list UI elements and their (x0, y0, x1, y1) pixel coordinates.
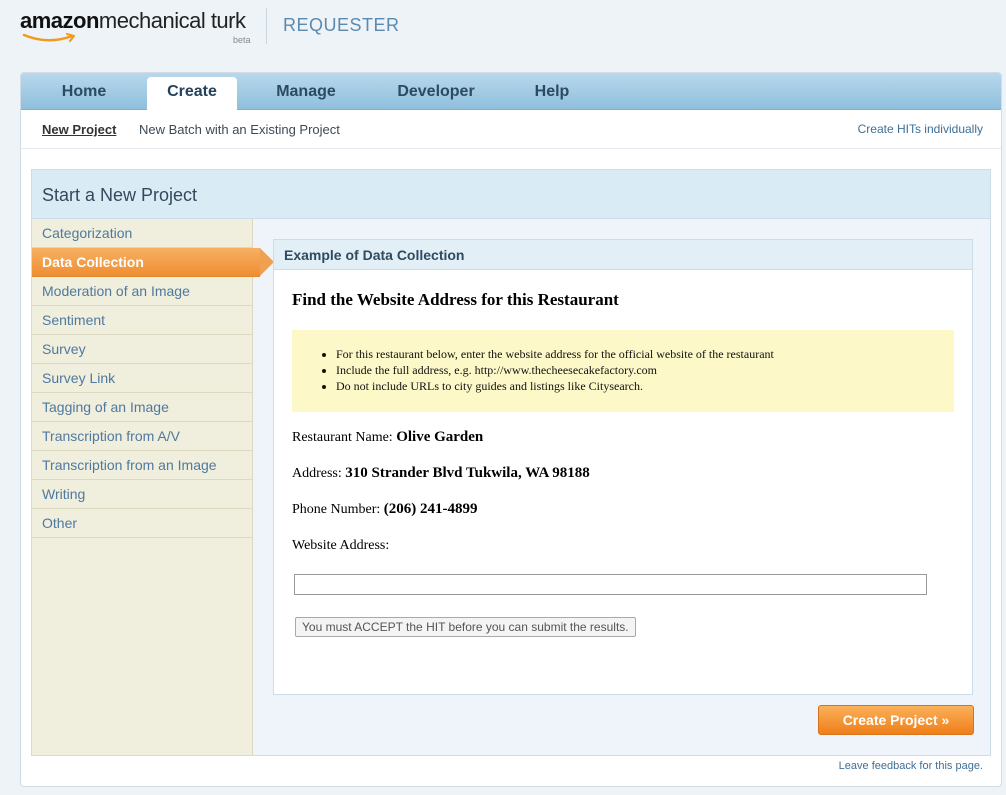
requester-label: REQUESTER (283, 15, 400, 35)
example-title: Example of Data Collection (284, 247, 465, 263)
sidebar-item-data-collection[interactable]: Data Collection (32, 248, 274, 277)
instruction-item: Include the full address, e.g. http://ww… (336, 362, 954, 378)
sub-nav: New Project New Batch with an Existing P… (21, 110, 1001, 149)
sidebar-item-categorization[interactable]: Categorization (32, 219, 252, 248)
tab-create[interactable]: Create (147, 77, 237, 110)
address-label: Address: (292, 466, 346, 481)
logo-mturk-text: mechanical turk (98, 8, 246, 33)
create-project-button[interactable]: Create Project » (818, 705, 974, 735)
website-address-input[interactable] (294, 574, 927, 595)
address-line: Address: 310 Strander Blvd Tukwila, WA 9… (292, 465, 590, 482)
sidebar-item-transcription-from-av[interactable]: Transcription from A/V (32, 422, 252, 451)
example-header: Example of Data Collection (274, 240, 972, 270)
instruction-item: For this restaurant below, enter the web… (336, 346, 954, 362)
accept-hit-button[interactable]: You must ACCEPT the HIT before you can s… (295, 617, 636, 637)
tab-developer[interactable]: Developer (375, 73, 497, 109)
tab-home[interactable]: Home (41, 73, 127, 109)
sidebar-item-moderation-of-an-image[interactable]: Moderation of an Image (32, 277, 252, 306)
main-frame: Home Create Manage Developer Help New Pr… (20, 72, 1002, 787)
logo-beta-label: beta (233, 35, 251, 45)
subnav-new-project[interactable]: New Project (42, 122, 116, 137)
website-label: Website Address: (292, 538, 390, 553)
tab-manage[interactable]: Manage (257, 73, 355, 109)
amazon-smile-icon (22, 32, 76, 43)
leave-feedback-link[interactable]: Leave feedback for this page. (839, 760, 983, 772)
instruction-item: Do not include URLs to city guides and l… (336, 378, 954, 394)
app-root: amazonmechanical turk beta REQUESTER Hom… (0, 0, 1006, 795)
logo-amazon-text: amazon (20, 8, 99, 33)
tab-help[interactable]: Help (517, 73, 587, 109)
restaurant-name-label: Restaurant Name: (292, 430, 397, 445)
panel-header: Start a New Project (32, 170, 990, 219)
sidebar-item-sentiment[interactable]: Sentiment (32, 306, 252, 335)
subnav-new-batch[interactable]: New Batch with an Existing Project (139, 122, 340, 137)
panel-title: Start a New Project (42, 185, 198, 205)
restaurant-name-line: Restaurant Name: Olive Garden (292, 429, 483, 446)
phone-value: (206) 241-4899 (383, 501, 478, 517)
create-hits-individually-link[interactable]: Create HITs individually (858, 122, 983, 136)
sidebar-item-survey[interactable]: Survey (32, 335, 252, 364)
sidebar-item-tagging-of-an-image[interactable]: Tagging of an Image (32, 393, 252, 422)
header-divider (266, 8, 267, 44)
restaurant-name-value: Olive Garden (396, 429, 484, 445)
phone-line: Phone Number: (206) 241-4899 (292, 501, 478, 518)
instructions-box: For this restaurant below, enter the web… (292, 330, 954, 412)
sidebar-item-transcription-from-an-image[interactable]: Transcription from an Image (32, 451, 252, 480)
phone-label: Phone Number: (292, 502, 384, 517)
example-preview: Example of Data Collection Find the Webs… (273, 239, 973, 695)
template-sidebar: Categorization Data Collection Moderatio… (32, 219, 274, 755)
sidebar-item-other[interactable]: Other (32, 509, 252, 538)
sidebar-item-survey-link[interactable]: Survey Link (32, 364, 252, 393)
hit-title: Find the Website Address for this Restau… (292, 290, 619, 309)
main-nav: Home Create Manage Developer Help (21, 73, 1001, 110)
sidebar-item-writing[interactable]: Writing (32, 480, 252, 509)
address-value: 310 Strander Blvd Tukwila, WA 98188 (345, 465, 590, 481)
new-project-panel: Start a New Project Categorization Data … (31, 169, 991, 756)
instructions-list: For this restaurant below, enter the web… (292, 330, 954, 394)
